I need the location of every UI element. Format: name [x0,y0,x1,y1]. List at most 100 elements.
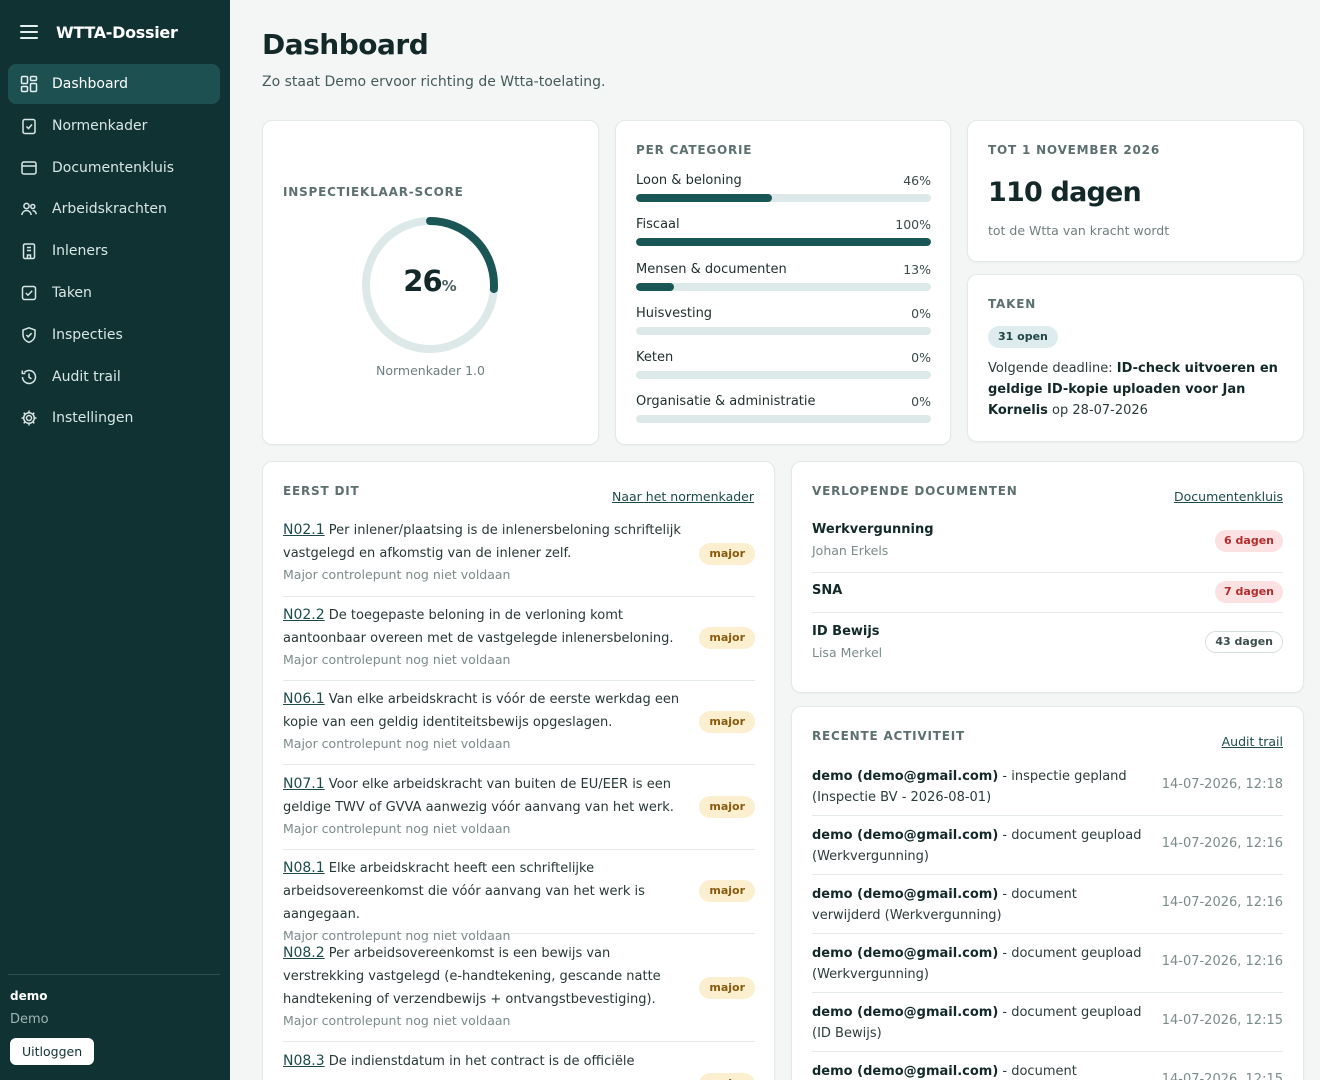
activity-row: demo (demo@gmail.com) - document geuploa… [812,943,1283,993]
score-caption: Normenkader 1.0 [375,363,485,378]
requirement-description: Elke arbeidskracht heeft een schriftelij… [283,861,645,922]
severity-badge: major [699,880,755,902]
hamburger-menu-icon[interactable] [20,25,38,39]
score-unit: % [441,277,457,295]
sidebar-item-documentenkluis[interactable]: Documentenkluis [8,148,220,188]
requirement-code[interactable]: N02.2 [283,607,325,623]
category-percent: 13% [903,262,931,277]
requirement-code[interactable]: N06.1 [283,691,325,707]
list-item[interactable]: N07.1 Voor elke arbeidskracht van buiten… [283,773,755,850]
category-progress-fill [636,194,772,202]
activity-user: demo (demo@gmail.com) [812,1064,999,1079]
requirement-text: N02.1 Per inlener/plaatsing is de inlene… [283,519,693,565]
category-row: Huisvesting 0% [636,306,931,335]
sidebar-item-label: Inleners [52,243,109,260]
category-name: Huisvesting [636,306,713,321]
document-row[interactable]: ID Bewijs Lisa Merkel 43 dagen [812,624,1283,670]
page-title: Dashboard [262,28,429,61]
recent-activity-label: RECENTE ACTIVITEIT [812,729,965,743]
document-row[interactable]: SNA 7 dagen [812,581,1283,613]
requirement-note: Major controlepunt nog niet voldaan [283,652,511,667]
list-item[interactable]: N08.3 De indienstdatum in het contract i… [283,1050,755,1080]
category-name: Keten [636,350,674,365]
sidebar-item-label: Documentenkluis [52,159,175,176]
sidebar-nav: Dashboard Normenkader Documentenkluis Ar… [8,64,220,440]
severity-badge: major [699,796,755,818]
requirement-code[interactable]: N08.3 [283,1053,325,1069]
sidebar-item-inleners[interactable]: Inleners [8,231,220,271]
page-subtitle: Zo staat Demo ervoor richting de Wtta-to… [262,74,606,90]
activity-user: demo (demo@gmail.com) [812,769,999,784]
activity-text: demo (demo@gmail.com) - document geuploa… [812,825,1142,867]
requirement-description: Per arbeidsovereenkomst is een bewijs va… [283,946,661,1007]
requirement-text: N08.2 Per arbeidsovereenkomst is een bew… [283,942,693,1011]
audit-trail-link[interactable]: Audit trail [1222,734,1283,749]
score-card: INSPECTIEKLAAR-SCORE 26% Normenkader 1.0 [262,120,599,445]
logout-button[interactable]: Uitloggen [10,1038,95,1065]
document-person: Johan Erkels [812,543,889,558]
open-tasks-badge[interactable]: 31 open [988,326,1058,348]
activity-text: demo (demo@gmail.com) - document geuploa… [812,1002,1142,1044]
expiring-documents-card: VERLOPENDE DOCUMENTEN Documentenkluis We… [791,461,1304,693]
sidebar-item-taken[interactable]: Taken [8,273,220,313]
category-name: Mensen & documenten [636,262,787,277]
normenkader-link[interactable]: Naar het normenkader [612,489,754,504]
activity-row: demo (demo@gmail.com) - document geuploa… [812,1002,1283,1052]
category-card: PER CATEGORIE Loon & beloning 46% Fiscaal… [615,120,951,445]
document-row[interactable]: Werkvergunning Johan Erkels 6 dagen [812,522,1283,573]
first-items-label: EERST DIT [283,484,360,498]
sidebar-item-label: Inspecties [52,326,123,343]
activity-time: 14-07-2026, 12:16 [1161,895,1283,910]
category-progress-bar [636,415,931,423]
category-percent: 0% [911,394,931,409]
activity-time: 14-07-2026, 12:16 [1161,836,1283,851]
requirement-note: Major controlepunt nog niet voldaan [283,567,511,582]
dashboard-icon [20,75,38,93]
requirement-text: N02.2 De toegepaste beloning in de verlo… [283,604,693,650]
sidebar-divider [8,974,220,975]
history-icon [21,369,37,384]
folder-icon [21,160,37,175]
category-row: Keten 0% [636,350,931,379]
activity-user: demo (demo@gmail.com) [812,887,999,902]
sidebar-item-label: Dashboard [52,76,128,92]
documentenkluis-link[interactable]: Documentenkluis [1174,489,1283,504]
sidebar-item-normenkader[interactable]: Normenkader [8,106,220,146]
sidebar-item-audit-trail[interactable]: Audit trail [8,357,220,397]
recent-activity-card: RECENTE ACTIVITEIT Audit trail demo (dem… [791,706,1304,1080]
list-item[interactable]: N02.1 Per inlener/plaatsing is de inlene… [283,519,755,597]
list-item[interactable]: N02.2 De toegepaste beloning in de verlo… [283,604,755,681]
sidebar-item-label: Taken [52,284,92,301]
sidebar-item-dashboard[interactable]: Dashboard [8,64,220,104]
list-item[interactable]: N06.1 Van elke arbeidskracht is vóór de … [283,688,755,765]
requirement-code[interactable]: N07.1 [283,776,325,792]
requirement-description: De indienstdatum in het contract is de o… [324,1054,635,1069]
category-label: PER CATEGORIE [636,143,753,157]
brand: WTTA-Dossier [20,20,178,44]
severity-badge: major [699,543,755,565]
user-organization: Demo [10,1012,49,1027]
first-items-card: EERST DIT Naar het normenkader N02.1 Per… [262,461,775,1080]
requirement-text: N06.1 Van elke arbeidskracht is vóór de … [283,688,693,734]
category-row: Fiscaal 100% [636,217,931,246]
requirement-code[interactable]: N08.2 [283,945,325,961]
clipboard-check-icon [22,118,36,135]
severity-badge: major [699,977,755,999]
activity-user: demo (demo@gmail.com) [812,1005,999,1020]
requirement-description: Per inlener/plaatsing is de inlenersbelo… [283,523,681,561]
list-item[interactable]: N08.2 Per arbeidsovereenkomst is een bew… [283,942,755,1042]
list-item[interactable]: N08.1 Elke arbeidskracht heeft een schri… [283,857,755,943]
sidebar-item-arbeidskrachten[interactable]: Arbeidskrachten [8,189,220,229]
category-percent: 100% [895,217,931,232]
sidebar-item-instellingen[interactable]: Instellingen [8,398,220,438]
requirement-description: De toegepaste beloning in de verloning k… [283,608,674,646]
score-value: 26% [359,264,501,298]
activity-text: demo (demo@gmail.com) - document geuploa… [812,943,1142,985]
activity-user: demo (demo@gmail.com) [812,828,999,843]
sidebar-item-inspecties[interactable]: Inspecties [8,315,220,355]
requirement-code[interactable]: N08.1 [283,860,325,876]
category-progress-bar [636,371,931,379]
requirement-code[interactable]: N02.1 [283,522,325,538]
category-progress-bar [636,194,931,202]
user-name: demo [10,989,48,1003]
